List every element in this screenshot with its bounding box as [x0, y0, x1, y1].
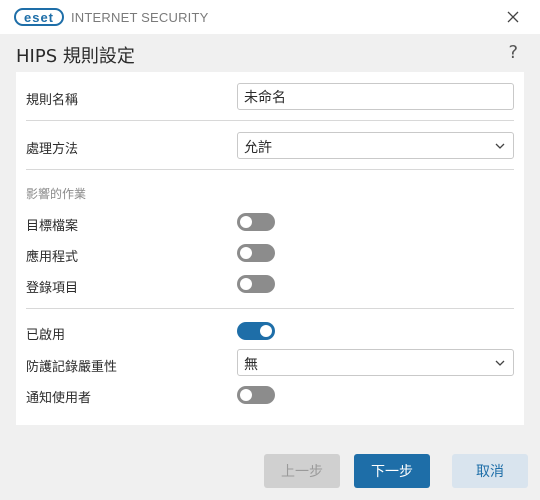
toggle-knob	[240, 216, 252, 228]
enabled-toggle[interactable]	[237, 322, 275, 340]
eset-logo: eset	[14, 8, 64, 26]
toggle-knob	[240, 389, 252, 401]
log-severity-label: 防護記錄嚴重性	[26, 360, 118, 375]
divider	[26, 308, 514, 309]
registry-entries-label: 登錄項目	[26, 281, 79, 296]
dialog-header: HIPS 規則設定 ?	[0, 34, 540, 72]
back-button[interactable]: 上一步	[264, 454, 340, 488]
affected-operations-heading: 影響的作業	[26, 187, 87, 201]
rule-name-input[interactable]	[237, 83, 514, 110]
close-icon	[507, 11, 519, 23]
enabled-label: 已啟用	[26, 328, 66, 343]
help-button[interactable]: ?	[508, 42, 518, 63]
page-title: HIPS 規則設定	[16, 46, 135, 67]
rule-name-label: 規則名稱	[26, 93, 79, 108]
logo-text: eset	[24, 11, 54, 24]
product-name: INTERNET SECURITY	[71, 10, 209, 25]
notify-user-label: 通知使用者	[26, 391, 92, 406]
cancel-button[interactable]: 取消	[452, 454, 528, 488]
rule-settings-panel: 規則名稱 處理方法 允許 影響的作業 目標檔案 應用程式 登錄項目 已啟用 防護…	[16, 72, 524, 425]
action-label: 處理方法	[26, 142, 79, 157]
applications-toggle[interactable]	[237, 244, 275, 262]
chevron-down-icon	[495, 143, 505, 149]
log-severity-select-value: 無	[244, 357, 258, 373]
divider	[26, 169, 514, 170]
action-select-value: 允許	[244, 140, 272, 156]
action-select[interactable]: 允許	[237, 132, 514, 159]
toggle-knob	[240, 278, 252, 290]
next-button[interactable]: 下一步	[354, 454, 430, 488]
toggle-knob	[240, 247, 252, 259]
target-files-label: 目標檔案	[26, 219, 79, 234]
registry-entries-toggle[interactable]	[237, 275, 275, 293]
divider	[26, 120, 514, 121]
logo-wordmark: eset	[23, 9, 55, 25]
chevron-down-icon	[495, 360, 505, 366]
log-severity-select[interactable]: 無	[237, 349, 514, 376]
target-files-toggle[interactable]	[237, 213, 275, 231]
applications-label: 應用程式	[26, 250, 79, 265]
close-button[interactable]	[504, 8, 522, 26]
notify-user-toggle[interactable]	[237, 386, 275, 404]
toggle-knob	[260, 325, 272, 337]
title-bar: eset INTERNET SECURITY	[0, 0, 540, 34]
